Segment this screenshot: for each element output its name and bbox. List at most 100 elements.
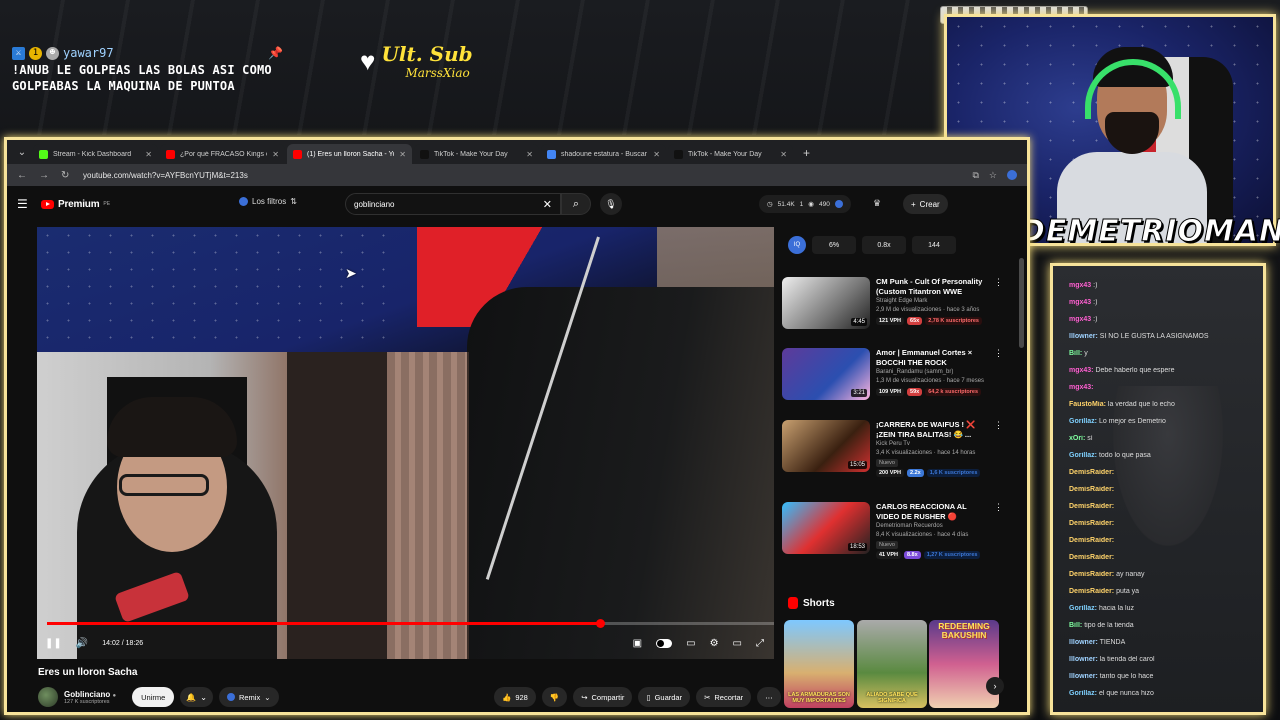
recommendation-item[interactable]: 18:53 CARLOS REACCIONA AL VIDEO DE RUSHER…: [782, 502, 1003, 562]
menu-icon[interactable]: ☰: [17, 197, 33, 211]
tab-close-icon[interactable]: ✕: [780, 150, 787, 159]
reload-icon[interactable]: ↻: [61, 170, 71, 181]
save-button[interactable]: ▯ Guardar: [638, 687, 691, 707]
chat-username[interactable]: Bill:: [1069, 350, 1082, 357]
tab-close-icon[interactable]: ✕: [653, 150, 660, 159]
extension-icon[interactable]: [1007, 169, 1017, 180]
recommendation-title[interactable]: ¡CARRERA DE WAIFUS ! ❌ ¡ZEIN TIRA BALITA…: [876, 420, 988, 440]
fullscreen-icon[interactable]: ⤢: [756, 638, 764, 649]
chat-username[interactable]: DemisRaider:: [1069, 520, 1114, 527]
remix-button[interactable]: Remix ⌄: [218, 687, 279, 707]
browser-tab[interactable]: ¿Por qué FRACASO Kings of Ru ✕: [160, 144, 285, 164]
stat-chip-1[interactable]: 6%: [812, 236, 856, 254]
share-button[interactable]: ↪ Compartir: [573, 687, 633, 707]
voice-search-button[interactable]: 🎙: [600, 193, 622, 215]
cast-icon[interactable]: ⧉: [972, 170, 978, 181]
recommendation-title[interactable]: CM Punk - Cult Of Personality (Custom Ti…: [876, 277, 988, 297]
chat-username[interactable]: DemisRaider:: [1069, 588, 1114, 595]
chat-username[interactable]: mgx43:: [1069, 384, 1094, 391]
chat-username[interactable]: DemisRaider:: [1069, 537, 1114, 544]
video-thumbnail[interactable]: 3:21: [782, 348, 870, 400]
short-item[interactable]: ALIADO SABE QUE SIGNIFICA: [857, 620, 927, 708]
chat-username[interactable]: lllowner:: [1069, 656, 1098, 663]
tab-search-icon[interactable]: ⌄: [13, 143, 31, 161]
tab-close-icon[interactable]: ✕: [272, 150, 279, 159]
more-vert-icon[interactable]: ⋮: [994, 277, 1003, 337]
chat-username[interactable]: mgx43: [1069, 282, 1091, 289]
video-thumbnail[interactable]: 15:05: [782, 420, 870, 472]
extension-player-icon[interactable]: ▣: [633, 638, 642, 649]
forward-icon[interactable]: →: [39, 170, 49, 181]
create-button[interactable]: + Crear: [903, 194, 948, 214]
chat-username[interactable]: mgx43: [1069, 316, 1091, 323]
shorts-next-button[interactable]: ›: [986, 677, 1004, 695]
join-button[interactable]: Unirme: [132, 687, 175, 707]
chat-username[interactable]: DemisRaider:: [1069, 486, 1114, 493]
autoplay-toggle[interactable]: [656, 638, 673, 648]
chat-username[interactable]: lllowner:: [1069, 333, 1098, 340]
chat-username[interactable]: Bill:: [1069, 622, 1082, 629]
chat-username[interactable]: DemisRaider:: [1069, 554, 1114, 561]
recommendation-channel[interactable]: Straight Edge Mark: [876, 297, 988, 306]
browser-tab[interactable]: shadoune estatura - Buscar con ✕: [541, 144, 666, 164]
theater-mode-icon[interactable]: ▭: [733, 638, 742, 649]
chat-username[interactable]: Gorillaz:: [1069, 605, 1097, 612]
chat-username[interactable]: lllowner:: [1069, 673, 1098, 680]
filters-button[interactable]: Los filtros ⇅: [239, 197, 297, 206]
youtube-logo[interactable]: Premium PE: [41, 199, 110, 210]
more-actions-button[interactable]: ⋯: [757, 687, 781, 707]
chat-username[interactable]: Gorillaz:: [1069, 452, 1097, 459]
sidebar-scrollbar[interactable]: [1019, 258, 1024, 348]
chat-username[interactable]: Gorillaz:: [1069, 690, 1097, 697]
subtitles-icon[interactable]: ▭: [686, 638, 695, 649]
new-tab-button[interactable]: +: [803, 146, 810, 160]
video-player[interactable]: ➤ ❚❚ 🔊 14:02 / 18:26 ▣ ▭ ⚙ ▭ ⤢: [37, 227, 774, 659]
video-thumbnail[interactable]: 4:45: [782, 277, 870, 329]
settings-gear-icon[interactable]: ⚙: [710, 638, 719, 649]
recommendation-item[interactable]: 15:05 ¡CARRERA DE WAIFUS ! ❌ ¡ZEIN TIRA B…: [782, 420, 1003, 480]
recommendation-item[interactable]: 3:21 Amor | Emmanuel Cortes × BOCCHI THE …: [782, 348, 1003, 408]
chat-username[interactable]: mgx43: [1069, 299, 1091, 306]
chat-username[interactable]: lllowner:: [1069, 639, 1098, 646]
dislike-button[interactable]: 👎: [541, 687, 568, 707]
pause-icon[interactable]: ❚❚: [45, 638, 62, 649]
bookmark-star-icon[interactable]: ☆: [989, 170, 997, 181]
stats-extension-icon[interactable]: IQ: [788, 236, 806, 254]
chat-username[interactable]: mgx43:: [1069, 367, 1094, 374]
notifications-button[interactable]: 🔔 ⌄: [180, 687, 213, 707]
short-item[interactable]: LAS ARMADURAS SON MUY IMPORTANTES: [784, 620, 854, 708]
more-vert-icon[interactable]: ⋮: [994, 420, 1003, 480]
browser-tab[interactable]: TikTok - Make Your Day ✕: [668, 144, 793, 164]
clip-button[interactable]: ✂ Recortar: [696, 687, 752, 707]
short-item[interactable]: REDEEMING BAKUSHIN: [929, 620, 999, 708]
search-input[interactable]: [354, 199, 543, 209]
chat-username[interactable]: FaustoMia:: [1069, 401, 1106, 408]
recommendation-channel[interactable]: Kick Peru Tv: [876, 440, 988, 449]
like-button[interactable]: 👍 928: [494, 687, 536, 707]
progress-bar[interactable]: [47, 619, 774, 628]
recommendation-channel[interactable]: Demetrioman Recuerdos: [876, 522, 988, 531]
url-field[interactable]: youtube.com/watch?v=AYFBcnYUTjM&t=213s: [83, 171, 960, 180]
chat-username[interactable]: xOri:: [1069, 435, 1085, 442]
chat-username[interactable]: DemisRaider:: [1069, 571, 1114, 578]
chat-username[interactable]: DemisRaider:: [1069, 469, 1114, 476]
browser-tab[interactable]: Stream - Kick Dashboard ✕: [33, 144, 158, 164]
search-button[interactable]: ⌕: [561, 193, 591, 215]
stat-chip-3[interactable]: 144: [912, 236, 956, 254]
browser-tab[interactable]: TikTok - Make Your Day ✕: [414, 144, 539, 164]
chat-username[interactable]: Gorillaz:: [1069, 418, 1097, 425]
chat-username[interactable]: DemisRaider:: [1069, 503, 1114, 510]
channel-avatar[interactable]: [38, 687, 58, 707]
volume-icon[interactable]: 🔊: [76, 638, 88, 649]
tab-close-icon[interactable]: ✕: [399, 150, 406, 159]
more-vert-icon[interactable]: ⋮: [994, 348, 1003, 408]
trophy-icon[interactable]: ♛: [873, 198, 881, 209]
recommendation-channel[interactable]: Barani_Randamu (samm_br): [876, 368, 988, 377]
tab-close-icon[interactable]: ✕: [526, 150, 533, 159]
recommendation-title[interactable]: Amor | Emmanuel Cortes × BOCCHI THE ROCK: [876, 348, 988, 368]
back-icon[interactable]: ←: [17, 170, 27, 181]
video-thumbnail[interactable]: 18:53: [782, 502, 870, 554]
tab-close-icon[interactable]: ✕: [145, 150, 152, 159]
stat-chip-2[interactable]: 0.8x: [862, 236, 906, 254]
channel-name-row[interactable]: Goblinciano ●: [64, 690, 116, 699]
